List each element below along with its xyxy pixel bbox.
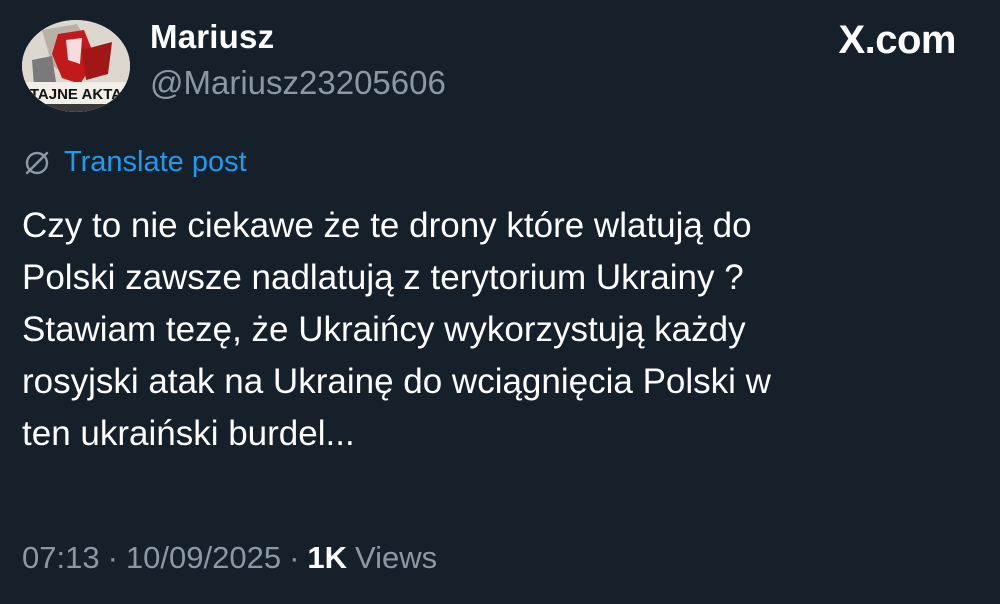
separator-dot: · bbox=[289, 540, 300, 575]
post-text-line: rosyjski atak na Ukrainę do wciągnięcia … bbox=[22, 362, 771, 401]
post-date[interactable]: 10/09/2025 bbox=[126, 540, 281, 576]
avatar-image: TAJNE AKTA bbox=[22, 20, 130, 112]
translate-globe-icon bbox=[25, 151, 49, 174]
post-text-line: Polski zawsze nadlatują z terytorium Ukr… bbox=[22, 258, 744, 297]
avatar-caption: TAJNE AKTA bbox=[30, 86, 122, 103]
post-time[interactable]: 07:13 bbox=[22, 540, 100, 576]
separator-dot: · bbox=[107, 540, 118, 575]
author-handle[interactable]: @Mariusz23205606 bbox=[150, 64, 446, 102]
translate-post-link[interactable]: Translate post bbox=[22, 146, 247, 179]
post-text-line: Czy to nie ciekawe że te drony które wla… bbox=[22, 206, 752, 245]
avatar[interactable]: TAJNE AKTA bbox=[22, 20, 130, 112]
author-display-name[interactable]: Mariusz bbox=[150, 18, 274, 56]
post-text: Czy to nie ciekawe że te drony które wla… bbox=[22, 200, 982, 460]
views-count[interactable]: 1K bbox=[307, 540, 347, 576]
views-label: Views bbox=[355, 540, 438, 575]
post-text-line: Stawiam tezę, że Ukraińcy wykorzystują k… bbox=[22, 310, 746, 349]
x-brand-logo: X.com bbox=[838, 18, 956, 62]
post-metadata: 07:13 · 10/09/2025 · 1K Views bbox=[22, 540, 437, 576]
translate-post-label: Translate post bbox=[64, 146, 247, 178]
post-text-line: ten ukraiński burdel... bbox=[22, 414, 355, 453]
